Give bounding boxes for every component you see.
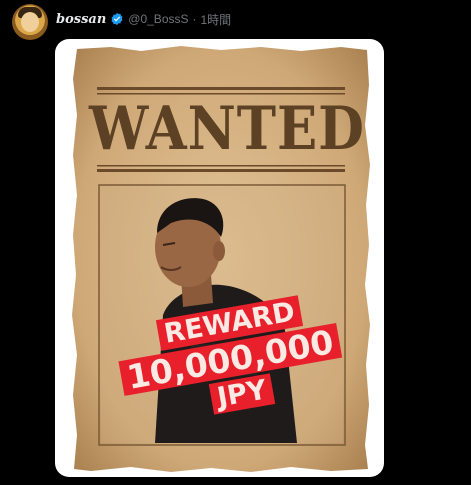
tweet-header: bossan @0_BossS · 1時間 <box>56 9 231 29</box>
timestamp[interactable]: 1時間 <box>201 11 232 28</box>
tweet-media-image[interactable]: WANTED REWARD 10,000,000 JPY <box>55 39 384 477</box>
user-handle[interactable]: @0_BossS <box>128 12 188 26</box>
avatar[interactable] <box>12 4 48 40</box>
wanted-heading: WANTED <box>89 94 365 164</box>
verified-badge-icon <box>111 12 123 26</box>
separator-dot: · <box>192 12 197 26</box>
display-name[interactable]: bossan <box>56 12 106 27</box>
tweet: bossan @0_BossS · 1時間 WANTED REWARD 10,0… <box>0 0 471 485</box>
wanted-poster: WANTED REWARD 10,000,000 JPY <box>71 45 371 473</box>
